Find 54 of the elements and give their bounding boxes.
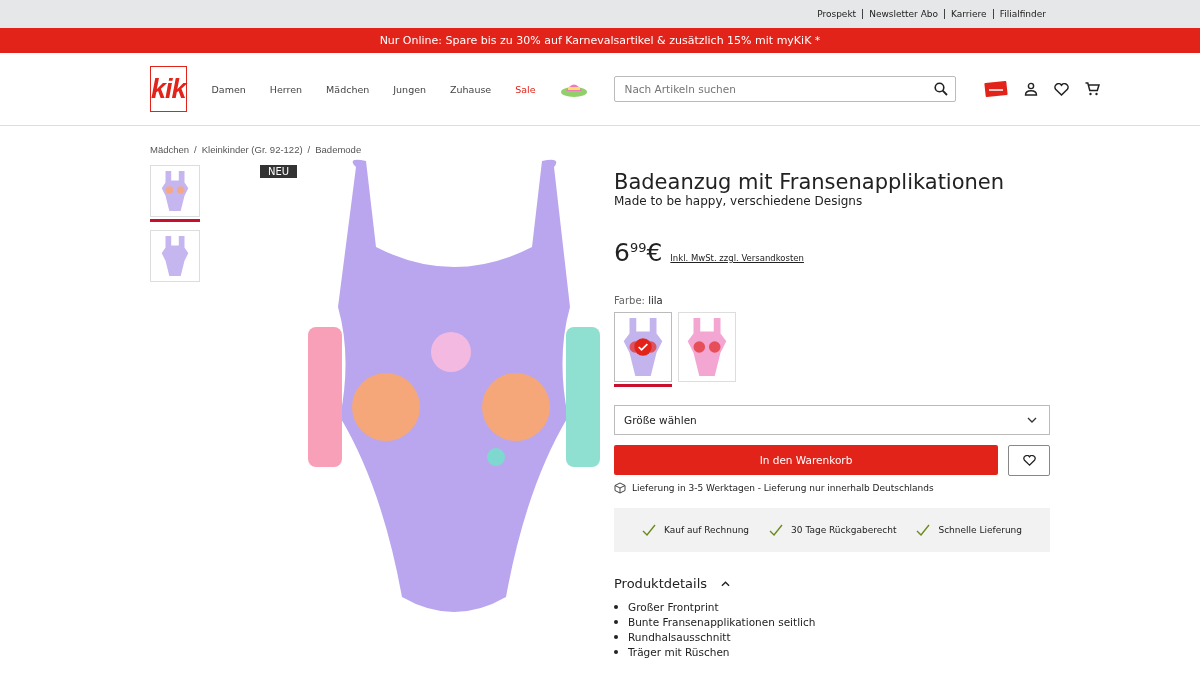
wishlist-button[interactable] [1008, 445, 1050, 476]
promo-banner[interactable]: Nur Online: Spare bis zu 30% auf Karnevalsartikel & zusätzlich 15% mit myKiK * [0, 28, 1200, 53]
product-details-toggle[interactable]: Produktdetails [614, 576, 1050, 591]
package-icon [614, 482, 626, 494]
nav-link[interactable]: Sale [515, 83, 536, 95]
benefit-text: Schnelle Lieferung [938, 525, 1023, 535]
heart-icon[interactable] [1053, 82, 1069, 96]
new-badge: NEU [260, 165, 298, 178]
breadcrumb-separator: / [194, 144, 197, 155]
detail-item: Rundhalsausschnitt [628, 630, 731, 643]
chevron-down-icon [1027, 417, 1037, 423]
breadcrumb-separator: / [307, 144, 311, 155]
price: 6$^{99}$€ [614, 238, 663, 267]
add-to-cart-button[interactable]: In den Warenkorb [614, 445, 998, 475]
nav-link[interactable]: Jungen [393, 83, 427, 95]
checkmark-icon [769, 524, 784, 536]
nav-link[interactable]: Damen [211, 83, 246, 95]
checkmark-icon [916, 524, 931, 536]
top-link[interactable]: Filialfinder [999, 9, 1046, 19]
thumbnail[interactable] [150, 165, 200, 222]
benefit-text: Kauf auf Rechnung [663, 525, 750, 535]
search-icon[interactable] [933, 82, 948, 96]
nav-link[interactable]: Herren [269, 83, 303, 95]
detail-item: Bunte Fransenapplikationen seitlich [628, 615, 816, 628]
chevron-up-icon [721, 580, 731, 587]
delivery-note: Lieferung in 3-5 Werktagen - Lieferung nur innerhalb Deutschlands [632, 483, 934, 493]
breadcrumb-link[interactable]: Mädchen [150, 144, 190, 155]
color-label: Farbe: lila [614, 295, 664, 306]
shipping-cost-link[interactable]: Inkl. MwSt. zzgl. Versandkosten [670, 253, 804, 263]
detail-item: Großer Frontprint [628, 600, 719, 613]
bullet-icon [614, 634, 618, 639]
heart-icon [1022, 455, 1036, 466]
cart-icon[interactable] [1084, 82, 1100, 96]
user-icon[interactable] [1023, 82, 1038, 96]
checkmark-icon [641, 524, 656, 536]
breadcrumb-link[interactable]: Bademode [315, 144, 362, 155]
color-swatch[interactable] [614, 312, 672, 387]
product-title: Badeanzug mit Fransenapplikationen [614, 170, 1006, 194]
breadcrumb-link[interactable]: Kleinkinder (Gr. 92-122) [201, 144, 303, 155]
nav-link[interactable]: Zuhause [450, 83, 492, 95]
size-dropdown[interactable]: Größe wählen [614, 405, 1050, 435]
kik-logo[interactable]: kik [150, 66, 187, 112]
top-link[interactable]: Newsletter Abo [869, 9, 939, 19]
bullet-icon [614, 619, 618, 624]
loyalty-card-icon[interactable] [983, 81, 1008, 97]
product-subtitle: Made to be happy, verschiedene Designs [614, 194, 864, 208]
detail-item: Träger mit Rüschen [628, 645, 730, 658]
nav-link[interactable]: Mädchen [326, 83, 370, 95]
search-field[interactable]: Nach Artikeln suchen [613, 76, 956, 102]
top-link[interactable]: Prospekt [817, 9, 857, 19]
benefit-text: 30 Tage Rückgaberecht [791, 525, 897, 535]
top-link[interactable]: Karriere [951, 9, 987, 19]
bullet-icon [614, 649, 618, 654]
bullet-icon [614, 604, 618, 609]
